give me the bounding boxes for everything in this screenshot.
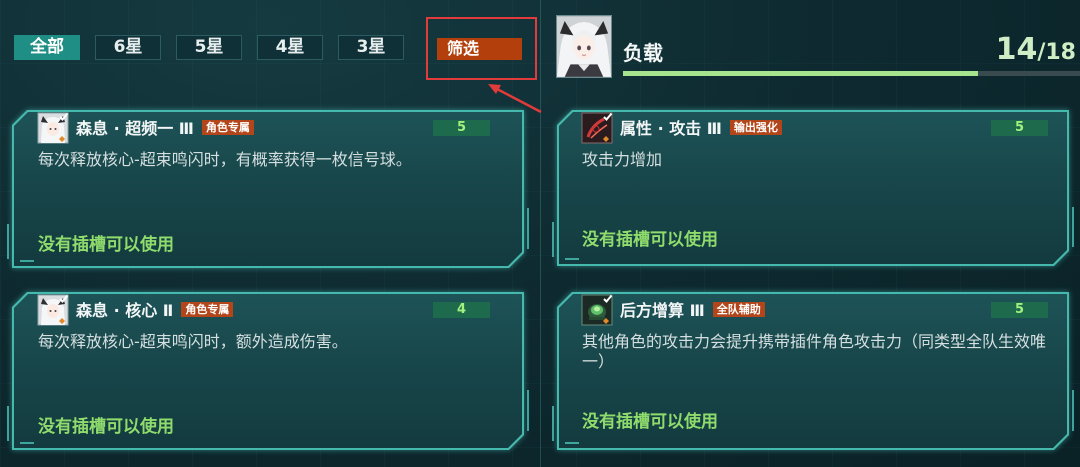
plugin-type-badge: 输出强化 <box>729 119 782 135</box>
plugin-description: 其他角色的攻击力会提升携带插件角色攻击力（同类型全队生效唯一） <box>582 332 1047 371</box>
plugin-level: 5 <box>991 120 1048 136</box>
card-corner-decoration <box>565 258 579 260</box>
support-device-icon <box>581 294 613 326</box>
load-progress-bar <box>623 71 1080 76</box>
card-header: 森息 · 超频一 Ⅲ 角色专属 <box>76 116 254 138</box>
card-edge-decoration <box>527 389 529 432</box>
load-label: 负载 <box>623 41 663 65</box>
card-header: 属性 · 攻击 Ⅲ 输出强化 <box>620 116 782 138</box>
tab-3-star[interactable]: 3星 <box>338 35 404 60</box>
load-max: /18 <box>1037 40 1076 65</box>
plugin-name: 后方增算 Ⅲ <box>620 301 705 320</box>
slot-status: 没有插槽可以使用 <box>38 235 174 255</box>
column-divider <box>540 0 541 467</box>
star-filter-tabs: 全部 6星 5星 4星 3星 <box>14 35 404 60</box>
card-edge-decoration <box>527 207 529 250</box>
plugin-level: 5 <box>991 302 1048 318</box>
character-portrait-icon <box>37 112 69 144</box>
load-value: 14/18 <box>996 33 1076 67</box>
slot-status: 没有插槽可以使用 <box>582 412 718 432</box>
plugin-card[interactable]: 后方增算 Ⅲ 全队辅助 5 其他角色的攻击力会提升携带插件角色攻击力（同类型全队… <box>552 292 1074 450</box>
card-edge-decoration <box>1072 389 1074 432</box>
plugin-level: 5 <box>433 120 490 136</box>
tab-4-star[interactable]: 4星 <box>257 35 323 60</box>
plugin-level: 4 <box>433 302 490 318</box>
load-progress-fill <box>623 71 979 76</box>
card-edge-decoration <box>552 222 554 257</box>
slot-status: 没有插槽可以使用 <box>582 230 718 250</box>
load-current: 14 <box>995 32 1038 67</box>
character-portrait-icon <box>37 294 69 326</box>
card-edge-decoration <box>7 223 9 259</box>
slot-status: 没有插槽可以使用 <box>38 417 174 437</box>
card-corner-decoration <box>20 442 34 444</box>
plugin-name: 属性 · 攻击 Ⅲ <box>620 119 722 138</box>
card-header: 森息 · 核心 Ⅱ 角色专属 <box>76 298 234 320</box>
plugin-type-badge: 角色专属 <box>181 301 234 317</box>
card-corner-decoration <box>20 260 34 262</box>
attack-attribute-icon <box>581 112 613 144</box>
plugin-name: 森息 · 超频一 Ⅲ <box>76 119 194 138</box>
highlight-annotation-box <box>426 17 537 80</box>
plugin-type-badge: 全队辅助 <box>712 301 765 317</box>
plugin-name: 森息 · 核心 Ⅱ <box>76 301 174 320</box>
plugin-card[interactable]: 森息 · 核心 Ⅱ 角色专属 4 每次释放核心-超束鸣闪时，额外造成伤害。 没有… <box>7 292 529 450</box>
plugin-card[interactable]: 森息 · 超频一 Ⅲ 角色专属 5 每次释放核心-超束鸣闪时，有概率获得一枚信号… <box>7 110 529 268</box>
card-edge-decoration <box>7 405 9 441</box>
plugin-description: 攻击力增加 <box>582 150 663 169</box>
card-corner-decoration <box>565 442 579 444</box>
card-edge-decoration <box>1072 206 1074 248</box>
tab-6-star[interactable]: 6星 <box>95 35 161 60</box>
plugin-description: 每次释放核心-超束鸣闪时，有概率获得一枚信号球。 <box>38 150 412 169</box>
plugin-description: 每次释放核心-超束鸣闪时，额外造成伤害。 <box>38 332 348 351</box>
plugin-type-badge: 角色专属 <box>201 119 254 135</box>
tab-all[interactable]: 全部 <box>14 35 80 60</box>
card-header: 后方增算 Ⅲ 全队辅助 <box>620 298 765 320</box>
character-avatar[interactable] <box>556 15 612 78</box>
character-portrait-icon <box>557 16 611 77</box>
tab-5-star[interactable]: 5星 <box>176 35 242 60</box>
card-edge-decoration <box>552 405 554 441</box>
plugin-card[interactable]: 属性 · 攻击 Ⅲ 输出强化 5 攻击力增加 没有插槽可以使用 <box>552 110 1074 266</box>
